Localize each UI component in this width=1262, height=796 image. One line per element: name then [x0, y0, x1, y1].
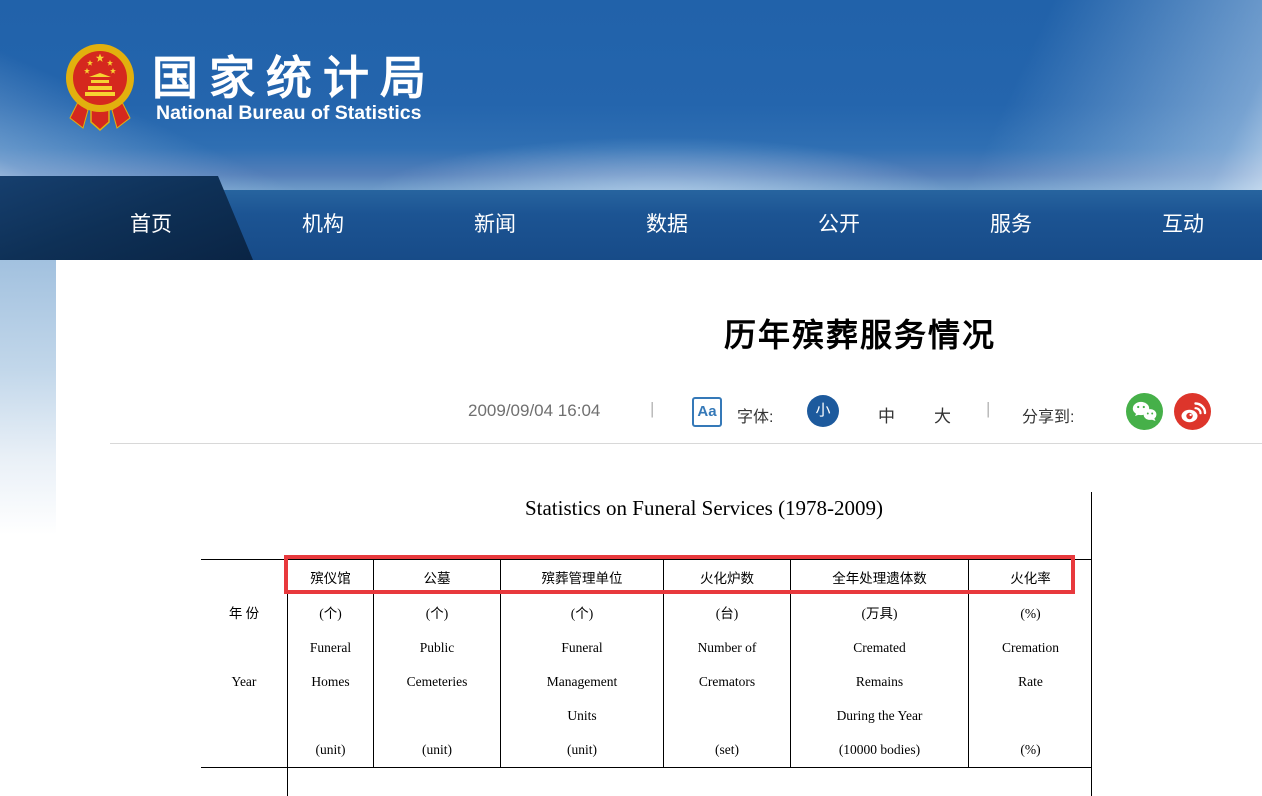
- table-column-divider: [287, 765, 288, 796]
- table-cell-line: During the Year: [791, 699, 968, 733]
- publish-date: 2009/09/04 16:04: [468, 401, 600, 421]
- table-cell-line: [969, 699, 1092, 733]
- nav-list: 首页机构新闻数据公开服务互动: [65, 190, 1262, 260]
- table-column-funeral-homes: 殡仪馆(个)FuneralHomes (unit): [287, 560, 373, 767]
- nav-item-interaction[interactable]: 互动: [1097, 190, 1262, 260]
- table-cell-line: Year: [201, 665, 287, 699]
- table-column-public-cemeteries: 公墓(个)PublicCemeteries (unit): [373, 560, 500, 767]
- font-size-label: 字体:: [737, 403, 773, 427]
- left-decorative-band: [0, 260, 56, 535]
- table-cell-line: 年 份: [201, 597, 287, 631]
- table-column-year: 年 份 Year: [201, 560, 287, 767]
- weibo-share-icon[interactable]: [1174, 393, 1211, 430]
- table-cell-line: Funeral: [288, 631, 373, 665]
- wechat-share-icon[interactable]: [1126, 393, 1163, 430]
- table-column-funeral-management-units: 殡葬管理单位(个)FuneralManagementUnits(unit): [500, 560, 663, 767]
- table-cell-line: [201, 560, 287, 597]
- site-title-chinese: 国家统计局: [152, 42, 437, 108]
- font-size-aa-icon[interactable]: Aa: [692, 397, 722, 427]
- table-cell-line: (个): [501, 597, 663, 631]
- table-title: Statistics on Funeral Services (1978-200…: [304, 496, 1104, 521]
- table-column-cremation-rate: 火化率(%)CremationRate(%): [968, 560, 1092, 767]
- table-cell-line: [201, 631, 287, 665]
- table-cell-line: 全年处理遗体数: [791, 560, 968, 597]
- table-cell-line: Number of: [664, 631, 790, 665]
- nav-item-disclosure[interactable]: 公开: [753, 190, 925, 260]
- table-cell-line: 殡葬管理单位: [501, 560, 663, 597]
- nav-item-organization[interactable]: 机构: [237, 190, 409, 260]
- table-cell-line: (%): [969, 733, 1092, 767]
- font-size-large-button[interactable]: 大: [934, 402, 951, 427]
- table-cell-line: (台): [664, 597, 790, 631]
- content-divider-line: [110, 443, 1262, 444]
- table-cell-line: [201, 733, 287, 767]
- table-cell-line: Funeral: [501, 631, 663, 665]
- national-emblem-logo: [64, 36, 136, 136]
- table-cell-line: 火化率: [969, 560, 1092, 597]
- table-cell-line: Units: [501, 699, 663, 733]
- table-cell-line: Homes: [288, 665, 373, 699]
- meta-separator: |: [986, 399, 990, 419]
- table-cell-line: (个): [374, 597, 500, 631]
- table-cell-line: (10000 bodies): [791, 733, 968, 767]
- table-cell-line: Cemeteries: [374, 665, 500, 699]
- nav-item-data[interactable]: 数据: [581, 190, 753, 260]
- page-title: 历年殡葬服务情况: [460, 310, 1260, 356]
- table-cell-line: (unit): [501, 733, 663, 767]
- meta-separator: |: [650, 399, 654, 419]
- site-title-english: National Bureau of Statistics: [156, 102, 421, 125]
- nav-item-news[interactable]: 新闻: [409, 190, 581, 260]
- nav-item-home[interactable]: 首页: [65, 190, 237, 260]
- site-header: 国家统计局 National Bureau of Statistics: [0, 0, 1262, 190]
- nav-item-services[interactable]: 服务: [925, 190, 1097, 260]
- table-column-cremators: 火化炉数(台)Number ofCremators (set): [663, 560, 790, 767]
- table-cell-line: Cremation: [969, 631, 1092, 665]
- statistics-table-header: 年 份Year殡仪馆(个)FuneralHomes(unit)公墓(个)Publ…: [201, 559, 1092, 768]
- table-cell-line: Cremated: [791, 631, 968, 665]
- table-cell-line: 公墓: [374, 560, 500, 597]
- table-cell-line: Cremators: [664, 665, 790, 699]
- table-cell-line: [664, 699, 790, 733]
- table-cell-line: (%): [969, 597, 1092, 631]
- table-cell-line: Rate: [969, 665, 1092, 699]
- table-cell-line: Remains: [791, 665, 968, 699]
- table-cell-line: (set): [664, 733, 790, 767]
- table-cell-line: (unit): [374, 733, 500, 767]
- table-cell-line: Public: [374, 631, 500, 665]
- table-right-border: [1091, 492, 1092, 796]
- table-cell-line: [201, 699, 287, 733]
- table-cell-line: Management: [501, 665, 663, 699]
- font-size-medium-button[interactable]: 中: [878, 402, 895, 427]
- table-cell-line: (unit): [288, 733, 373, 767]
- font-size-small-button[interactable]: 小: [807, 395, 839, 427]
- table-cell-line: (个): [288, 597, 373, 631]
- table-column-cremated-remains: 全年处理遗体数(万具)CrematedRemainsDuring the Yea…: [790, 560, 968, 767]
- table-cell-line: [374, 699, 500, 733]
- table-cell-line: 火化炉数: [664, 560, 790, 597]
- table-cell-line: 殡仪馆: [288, 560, 373, 597]
- share-label: 分享到:: [1022, 403, 1074, 427]
- table-cell-line: [288, 699, 373, 733]
- table-cell-line: (万具): [791, 597, 968, 631]
